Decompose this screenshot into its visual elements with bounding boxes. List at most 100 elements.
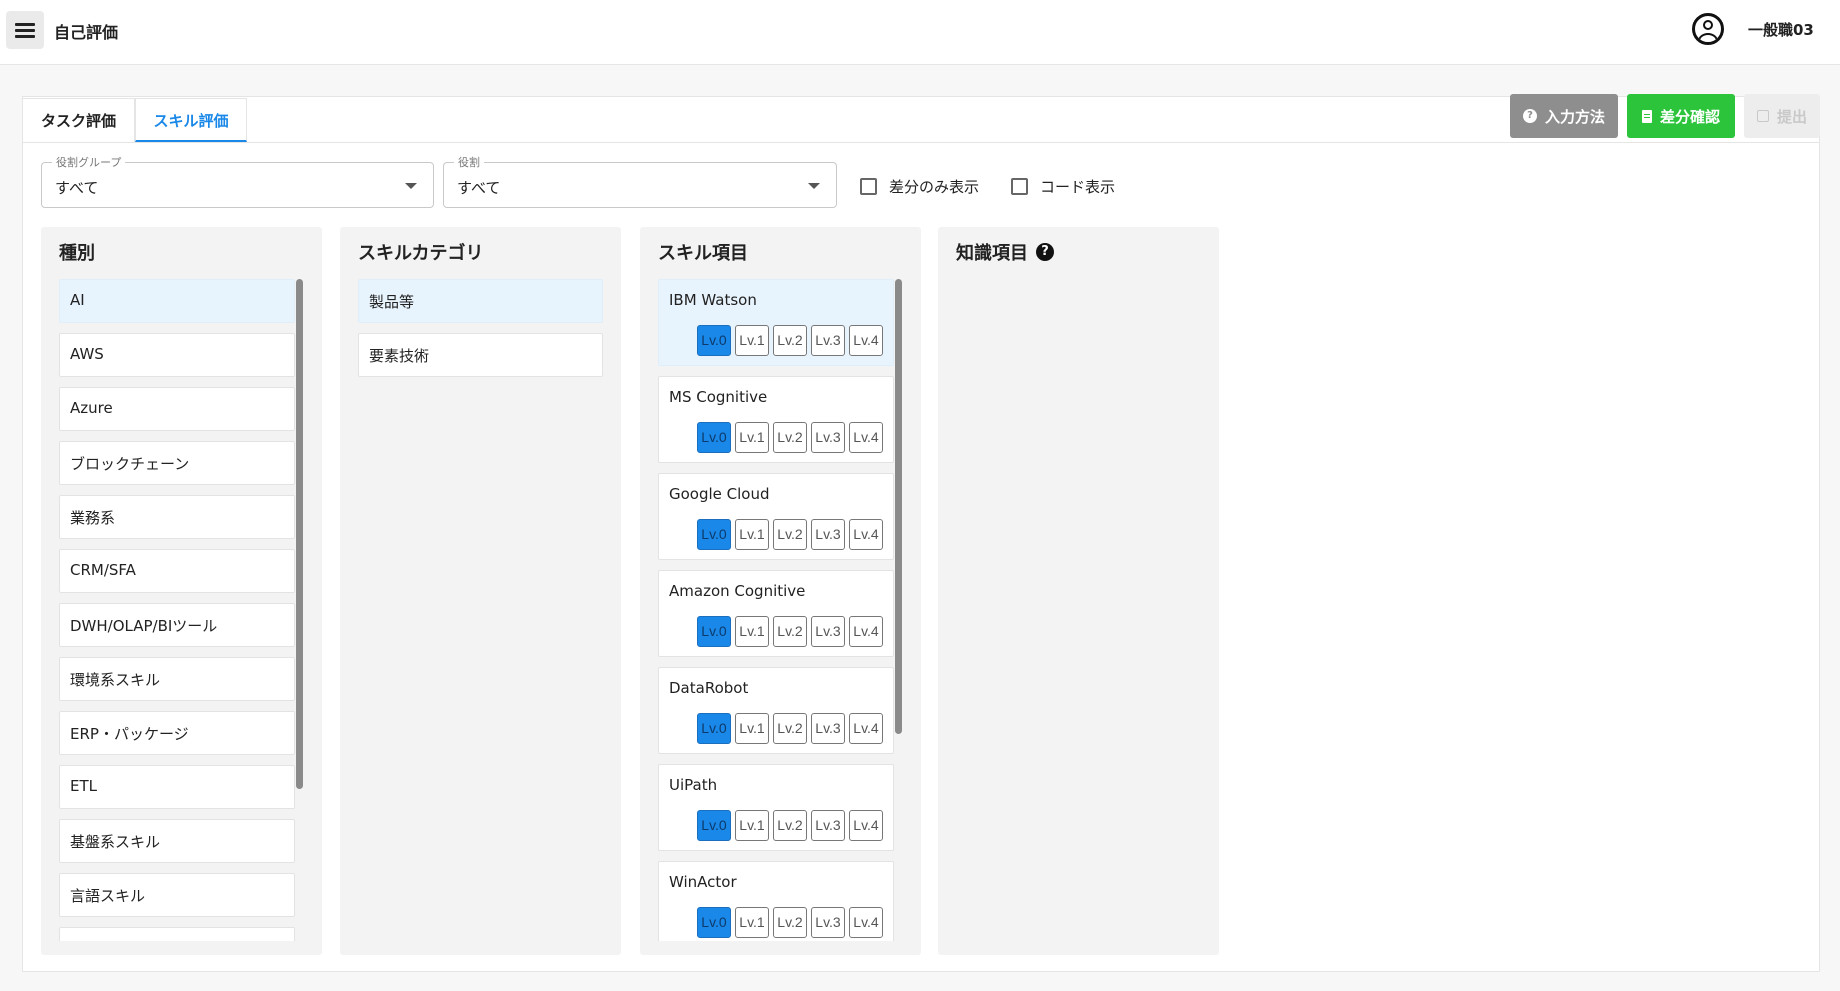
- type-item-azure[interactable]: Azure: [59, 387, 295, 431]
- level-button-3[interactable]: Lv.3: [811, 616, 845, 647]
- level-selector: Lv.0 Lv.1 Lv.2 Lv.3 Lv.4: [697, 616, 883, 647]
- level-selector: Lv.0 Lv.1 Lv.2 Lv.3 Lv.4: [697, 519, 883, 550]
- level-button-4[interactable]: Lv.4: [849, 325, 883, 356]
- skill-name: MS Cognitive: [669, 388, 768, 406]
- level-button-2[interactable]: Lv.2: [773, 422, 807, 453]
- type-item-business[interactable]: 業務系: [59, 495, 295, 539]
- show-code-checkbox[interactable]: コード表示: [1011, 176, 1115, 196]
- type-item-ai[interactable]: AI: [59, 279, 295, 323]
- type-column-title: 種別: [59, 243, 95, 264]
- tab-task-evaluation[interactable]: タスク評価: [22, 98, 135, 142]
- role-group-select[interactable]: 役割グループ すべて: [41, 154, 434, 208]
- level-button-1[interactable]: Lv.1: [735, 519, 769, 550]
- level-button-3[interactable]: Lv.3: [811, 422, 845, 453]
- level-selector: Lv.0 Lv.1 Lv.2 Lv.3 Lv.4: [697, 907, 883, 938]
- level-button-3[interactable]: Lv.3: [811, 907, 845, 938]
- skill-card[interactable]: Amazon Cognitive Lv.0 Lv.1 Lv.2 Lv.3 Lv.4: [658, 570, 894, 657]
- skill-card[interactable]: IBM Watson Lv.0 Lv.1 Lv.2 Lv.3 Lv.4: [658, 279, 894, 366]
- level-button-4[interactable]: Lv.4: [849, 713, 883, 744]
- checkbox-icon[interactable]: [860, 177, 877, 195]
- skill-name: IBM Watson: [669, 291, 757, 309]
- type-item-aws[interactable]: AWS: [59, 333, 295, 377]
- checkbox-icon[interactable]: [1011, 177, 1028, 195]
- level-button-2[interactable]: Lv.2: [773, 907, 807, 938]
- skill-name: DataRobot: [669, 679, 749, 697]
- role-value: すべて: [457, 179, 501, 197]
- type-item-language[interactable]: 言語スキル: [59, 873, 295, 917]
- type-item-infrastructure[interactable]: 基盤系スキル: [59, 819, 295, 863]
- level-button-1[interactable]: Lv.1: [735, 616, 769, 647]
- level-button-3[interactable]: Lv.3: [811, 325, 845, 356]
- skill-name: Amazon Cognitive: [669, 582, 806, 600]
- level-button-2[interactable]: Lv.2: [773, 713, 807, 744]
- level-button-0[interactable]: Lv.0: [697, 519, 731, 550]
- type-item-dwh[interactable]: DWH/OLAP/BIツール: [59, 603, 295, 647]
- role-group-value: すべて: [55, 179, 99, 197]
- type-list-scrollbar[interactable]: [296, 279, 303, 789]
- level-button-0[interactable]: Lv.0: [697, 422, 731, 453]
- level-button-1[interactable]: Lv.1: [735, 325, 769, 356]
- level-button-3[interactable]: Lv.3: [811, 810, 845, 841]
- help-icon[interactable]: ?: [1036, 243, 1054, 261]
- skill-list-scrollbar[interactable]: [895, 279, 902, 734]
- submit-button[interactable]: 提出: [1744, 94, 1820, 138]
- user-name[interactable]: 一般職03: [1748, 19, 1814, 40]
- user-account-icon[interactable]: [1692, 13, 1724, 45]
- level-button-3[interactable]: Lv.3: [811, 713, 845, 744]
- type-list[interactable]: AI AWS Azure ブロックチェーン 業務系 CRM/SFA DWH/OL…: [59, 279, 295, 941]
- level-button-1[interactable]: Lv.1: [735, 810, 769, 841]
- skill-card[interactable]: UiPath Lv.0 Lv.1 Lv.2 Lv.3 Lv.4: [658, 764, 894, 851]
- skill-card[interactable]: DataRobot Lv.0 Lv.1 Lv.2 Lv.3 Lv.4: [658, 667, 894, 754]
- type-item-erp[interactable]: ERP・パッケージ: [59, 711, 295, 755]
- diff-only-label: 差分のみ表示: [889, 177, 980, 196]
- document-icon: [1641, 109, 1652, 123]
- category-item-elemental-tech[interactable]: 要素技術: [358, 333, 603, 377]
- page-title: 自己評価: [54, 23, 119, 42]
- type-column: 種別 AI AWS Azure ブロックチェーン 業務系 CRM/SFA DWH…: [41, 227, 322, 955]
- level-button-2[interactable]: Lv.2: [773, 616, 807, 647]
- level-selector: Lv.0 Lv.1 Lv.2 Lv.3 Lv.4: [697, 713, 883, 744]
- level-button-4[interactable]: Lv.4: [849, 616, 883, 647]
- skill-name: Google Cloud: [669, 485, 770, 503]
- level-button-4[interactable]: Lv.4: [849, 422, 883, 453]
- skill-list[interactable]: IBM Watson Lv.0 Lv.1 Lv.2 Lv.3 Lv.4 MS Cogniti…: [658, 279, 894, 941]
- skill-column: スキル項目 IBM Watson Lv.0 Lv.1 Lv.2 Lv.3 Lv.4 MS C…: [640, 227, 921, 955]
- skill-name: UiPath: [669, 776, 718, 794]
- level-button-2[interactable]: Lv.2: [773, 519, 807, 550]
- question-icon: ?: [1522, 109, 1537, 123]
- diff-only-checkbox[interactable]: 差分のみ表示: [860, 176, 979, 196]
- role-select[interactable]: 役割 すべて: [443, 154, 837, 208]
- knowledge-title-text: 知識項目: [956, 243, 1028, 264]
- dropdown-arrow-icon: [808, 183, 820, 189]
- level-button-1[interactable]: Lv.1: [735, 907, 769, 938]
- type-item-crm-sfa[interactable]: CRM/SFA: [59, 549, 295, 593]
- level-button-1[interactable]: Lv.1: [735, 713, 769, 744]
- level-button-0[interactable]: Lv.0: [697, 325, 731, 356]
- skill-card[interactable]: Google Cloud Lv.0 Lv.1 Lv.2 Lv.3 Lv.4: [658, 473, 894, 560]
- level-button-4[interactable]: Lv.4: [849, 810, 883, 841]
- level-selector: Lv.0 Lv.1 Lv.2 Lv.3 Lv.4: [697, 810, 883, 841]
- submit-label: 提出: [1776, 107, 1807, 126]
- input-method-button[interactable]: ? 入力方法: [1510, 94, 1618, 138]
- tab-skill-evaluation[interactable]: スキル評価: [135, 98, 247, 142]
- category-item-products[interactable]: 製品等: [358, 279, 603, 323]
- level-button-4[interactable]: Lv.4: [849, 907, 883, 938]
- type-item-blockchain[interactable]: ブロックチェーン: [59, 441, 295, 485]
- skill-card[interactable]: WinActor Lv.0 Lv.1 Lv.2 Lv.3 Lv.4: [658, 861, 894, 941]
- tab-divider: [22, 142, 1820, 143]
- level-button-0[interactable]: Lv.0: [697, 713, 731, 744]
- level-button-2[interactable]: Lv.2: [773, 325, 807, 356]
- diff-check-button[interactable]: 差分確認: [1627, 94, 1735, 138]
- type-item-partial[interactable]: [59, 927, 295, 941]
- level-button-2[interactable]: Lv.2: [773, 810, 807, 841]
- hamburger-menu-icon[interactable]: [6, 11, 44, 49]
- skill-card[interactable]: MS Cognitive Lv.0 Lv.1 Lv.2 Lv.3 Lv.4: [658, 376, 894, 463]
- level-button-1[interactable]: Lv.1: [735, 422, 769, 453]
- level-button-0[interactable]: Lv.0: [697, 907, 731, 938]
- level-button-3[interactable]: Lv.3: [811, 519, 845, 550]
- type-item-etl[interactable]: ETL: [59, 765, 295, 809]
- level-button-4[interactable]: Lv.4: [849, 519, 883, 550]
- level-button-0[interactable]: Lv.0: [697, 810, 731, 841]
- level-button-0[interactable]: Lv.0: [697, 616, 731, 647]
- type-item-environment[interactable]: 環境系スキル: [59, 657, 295, 701]
